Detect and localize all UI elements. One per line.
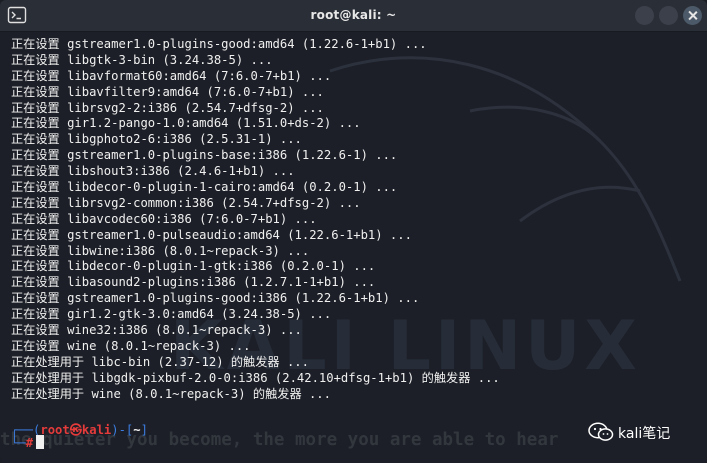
output-line: 正在设置 libavformat60:amd64 (7:6.0-7+b1) ..… [11,68,332,83]
output-line: 正在设置 gstreamer1.0-pulseaudio:amd64 (1.22… [11,227,412,242]
output-line: 正在设置 gstreamer1.0-plugins-base:i386 (1.2… [11,148,398,163]
output-line: 正在设置 librsvg2-common:i386 (2.54.7+dfsg-2… [11,195,361,210]
wechat-icon [588,422,614,441]
output-line: 正在设置 gstreamer1.0-plugins-good:amd64 (1.… [11,37,427,51]
watermark-text: kali笔记 [618,426,671,442]
output-line: 正在设置 wine32:i386 (8.0.1~repack-3) ... [11,323,302,338]
output-line: 正在设置 libwine:i386 (8.0.1~repack-3) ... [11,243,310,258]
text-cursor[interactable] [36,435,45,449]
prompt-close: ] [140,423,148,437]
terminal-output: 正在设置 gstreamer1.0-plugins-good:amd64 (1.… [11,37,500,402]
close-button[interactable] [683,6,702,25]
output-line: 正在设置 gir1.2-gtk-3.0:amd64 (3.24.38-5) ..… [11,307,332,322]
output-line: 正在设置 libasound2-plugins:i386 (1.2.7.1-1+… [11,275,376,290]
output-line: 正在设置 libavcodec60:i386 (7:6.0-7+b1) ... [11,211,317,226]
prompt-symbol: # [25,436,34,450]
output-line: 正在设置 libshout3:i386 (2.4.6-1+b1) ... [11,164,295,179]
output-line: 正在处理用于 wine (8.0.1~repack-3) 的触发器 ... [11,386,331,401]
prompt-path: ~ [133,423,141,437]
output-line: 正在设置 libdecor-0-plugin-1-cairo:amd64 (0.… [11,180,398,195]
output-line: 正在设置 wine (8.0.1~repack-3) ... [11,338,251,353]
output-line: 正在设置 librsvg2-2:i386 (2.54.7+dfsg-2) ... [11,100,324,115]
minimize-button[interactable] [635,6,654,25]
prompt-line-2[interactable]: └─# [11,435,45,450]
output-line: 正在设置 libdecor-0-plugin-1-gtk:i386 (0.2.0… [11,259,376,274]
output-line: 正在设置 libgtk-3-bin (3.24.38-5) ... [11,52,273,67]
prompt-user-host: root㉿kali [40,423,112,437]
terminal-window: KALI LINUX root@kali: ~ 正在设置 gstreamer1.… [0,0,707,463]
output-line: 正在设置 gstreamer1.0-plugins-good:i386 (1.2… [11,291,420,306]
maximize-button[interactable] [659,6,678,25]
output-line: 正在设置 libgphoto2-6:i386 (2.5.31-1) ... [11,132,302,147]
output-line: 正在处理用于 libc-bin (2.37-12) 的触发器 ... [11,354,309,369]
title-bar: root@kali: ~ [0,0,707,32]
prompt-corner: └─ [11,436,26,450]
window-title: root@kali: ~ [310,8,397,22]
output-line: 正在处理用于 libgdk-pixbuf-2.0-0:i386 (2.42.10… [11,370,500,385]
output-line: 正在设置 gir1.2-pango-1.0:amd64 (1.51.0+ds-2… [11,116,361,131]
output-line: 正在设置 libavfilter9:amd64 (7:6.0-7+b1) ... [11,84,324,99]
prompt-mid: )-[ [111,423,134,437]
